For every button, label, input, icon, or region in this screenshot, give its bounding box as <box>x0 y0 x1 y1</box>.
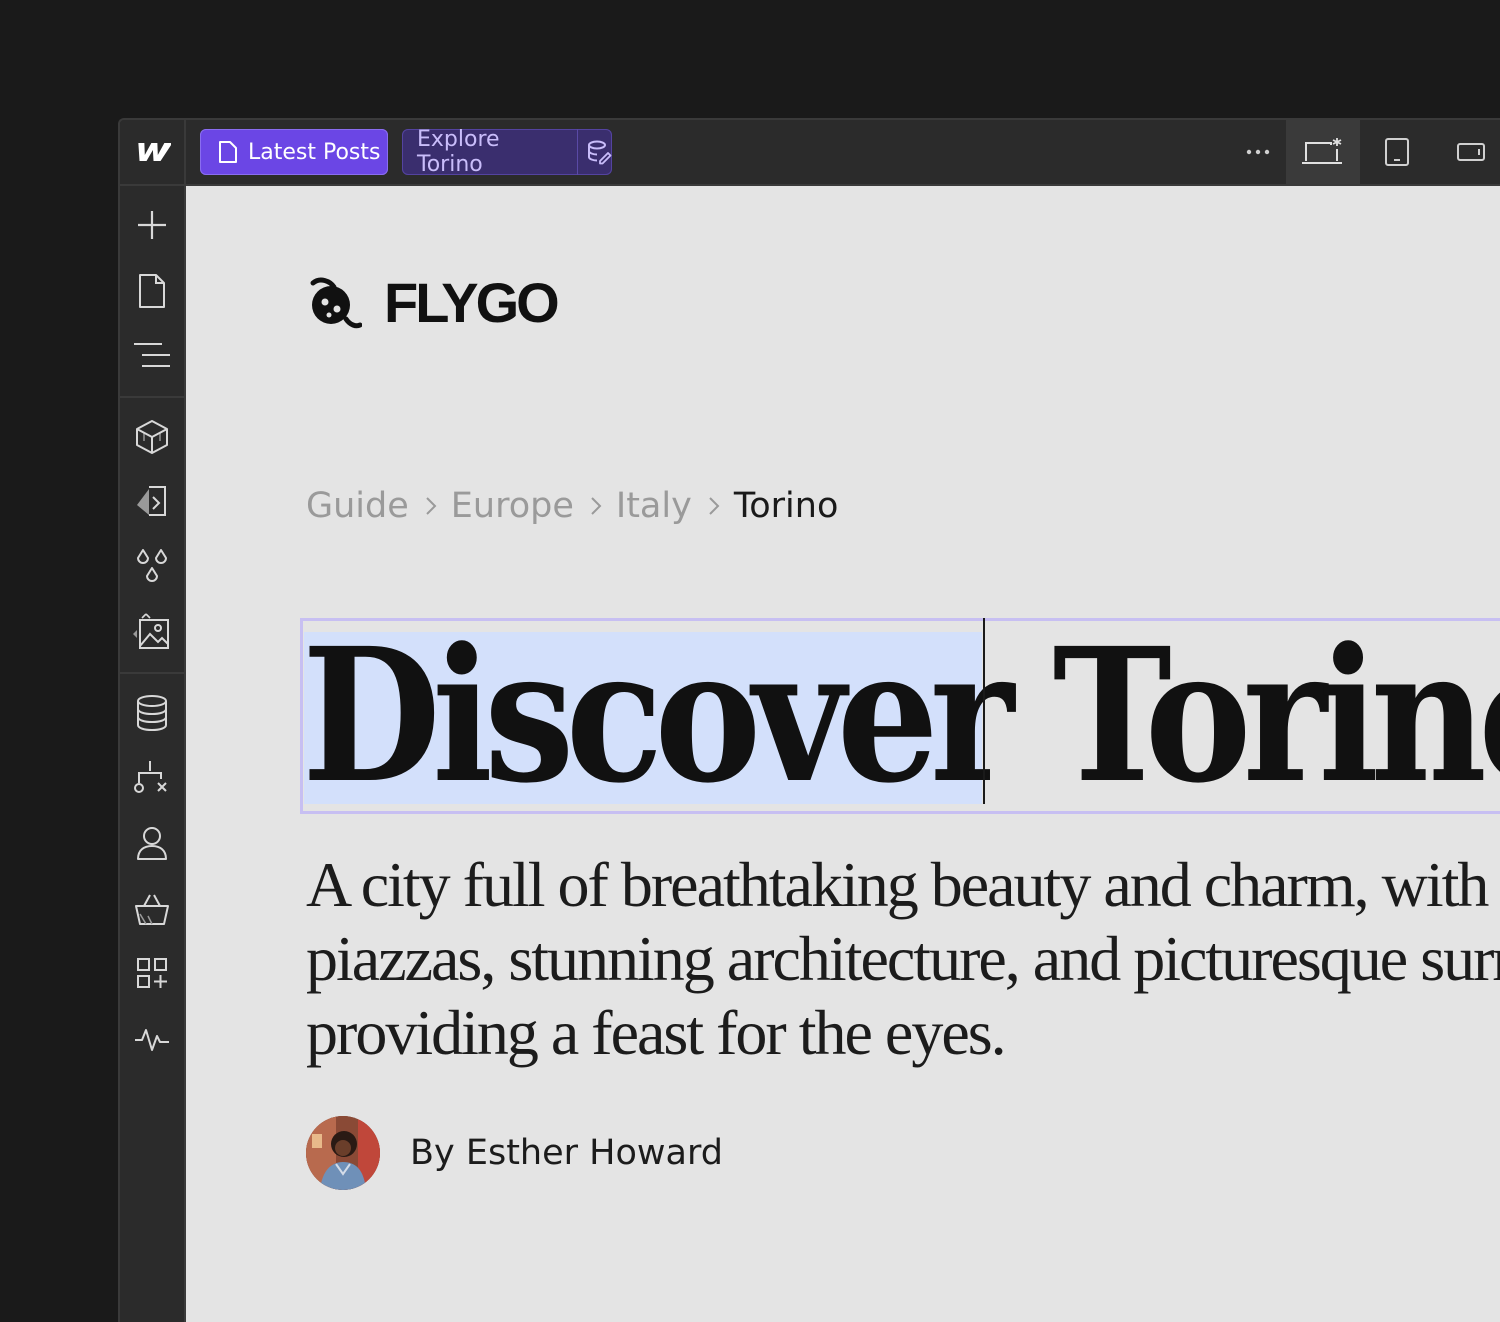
breakpoint-mobile-landscape-button[interactable] <box>1434 120 1500 184</box>
logic-button[interactable] <box>120 748 184 806</box>
design-canvas[interactable]: FLYGO Guide Europe Italy Torino Discover… <box>186 186 1500 1322</box>
app-logo[interactable] <box>120 120 186 184</box>
audit-icon <box>135 1029 169 1051</box>
components-icon <box>136 420 168 454</box>
breakpoint-desktop-button[interactable] <box>1286 120 1360 184</box>
page-icon <box>139 274 165 308</box>
cms-button[interactable] <box>120 684 184 742</box>
cms-edit-icon[interactable] <box>578 139 612 165</box>
sidebar-divider <box>120 396 184 398</box>
users-button[interactable] <box>120 814 184 872</box>
mobile-landscape-icon <box>1457 143 1485 161</box>
chevron-right-icon <box>590 496 602 516</box>
breadcrumb-current: Torino <box>733 486 839 526</box>
page-icon <box>218 140 238 164</box>
sidebar-divider <box>120 672 184 674</box>
breadcrumb: Guide Europe Italy Torino <box>306 486 838 526</box>
chevron-right-icon <box>425 496 437 516</box>
top-toolbar: Latest Posts Explore Torino <box>120 120 1500 186</box>
more-horizontal-icon <box>1246 149 1270 155</box>
designer-window: Latest Posts Explore Torino FLYGO Guide … <box>118 118 1500 1322</box>
page-chip-label: Latest Posts <box>248 139 381 165</box>
tablet-icon <box>1385 138 1409 166</box>
chevron-right-icon <box>708 496 720 516</box>
assets-icon <box>133 613 169 649</box>
ecommerce-icon <box>135 894 169 925</box>
avatar <box>306 1116 380 1190</box>
ecommerce-button[interactable] <box>120 880 184 938</box>
cms-icon <box>137 695 167 732</box>
intro-paragraph[interactable]: A city full of breathtaking beauty and c… <box>306 848 1500 1070</box>
breadcrumb-item[interactable]: Europe <box>451 486 574 526</box>
audit-button[interactable] <box>120 1010 184 1068</box>
add-elements-button[interactable] <box>120 196 184 254</box>
apps-button[interactable] <box>120 944 184 1002</box>
logic-icon <box>134 761 167 793</box>
brand-name: FLYGO <box>384 271 560 334</box>
site-brand[interactable]: FLYGO <box>306 270 560 335</box>
styles-icon <box>137 486 166 516</box>
more-options-button[interactable] <box>1230 120 1286 184</box>
components-button[interactable] <box>120 408 184 466</box>
collection-chip-label: Explore Torino <box>417 127 500 177</box>
navigator-button[interactable] <box>120 326 184 384</box>
breakpoint-tablet-button[interactable] <box>1360 120 1434 184</box>
breadcrumb-item[interactable]: Guide <box>306 486 409 526</box>
navigator-icon <box>134 343 170 367</box>
variables-icon <box>137 549 167 582</box>
collection-chip[interactable]: Explore Torino <box>402 127 612 177</box>
page-heading[interactable]: Discover Torino <box>302 616 1500 816</box>
page-chip[interactable]: Latest Posts <box>200 129 388 175</box>
plus-icon <box>138 211 166 239</box>
styles-button[interactable] <box>120 472 184 530</box>
author-name[interactable]: By Esther Howard <box>410 1133 723 1173</box>
author-byline: By Esther Howard <box>306 1116 723 1190</box>
desktop-breakpoint-icon <box>1302 138 1342 164</box>
apps-icon <box>137 958 167 988</box>
webflow-logo-icon <box>138 143 171 161</box>
flygo-logo-icon <box>310 277 362 328</box>
left-sidebar <box>120 186 186 1322</box>
variables-button[interactable] <box>120 538 184 596</box>
users-icon <box>137 827 167 860</box>
breadcrumb-item[interactable]: Italy <box>616 486 692 526</box>
text-cursor <box>983 618 985 804</box>
pages-button[interactable] <box>120 262 184 320</box>
assets-button[interactable] <box>120 602 184 660</box>
